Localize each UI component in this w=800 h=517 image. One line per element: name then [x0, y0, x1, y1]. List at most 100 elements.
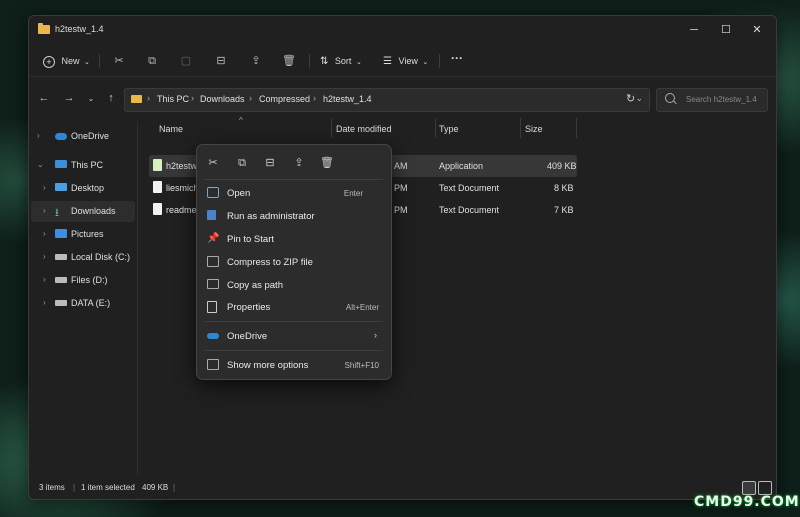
- breadcrumb-downloads[interactable]: Downloads: [200, 94, 245, 104]
- file-type: Text Document: [439, 205, 500, 215]
- file-explorer-window: h2testw_1.4 ─ ☐ ✕ + New ⌄ ✂ ⧉ ▢ ⊟ ⇪ 🗑 ⇅ …: [28, 15, 777, 500]
- shield-icon: [207, 210, 216, 220]
- file-type: Text Document: [439, 183, 500, 193]
- menu-divider: [205, 350, 383, 351]
- sidebar-item-label: OneDrive: [71, 131, 110, 141]
- folder-icon: [131, 95, 142, 103]
- cut-icon[interactable]: ✂: [205, 155, 221, 171]
- sidebar-item-pictures[interactable]: › Pictures: [31, 224, 135, 245]
- view-icon: ☰: [383, 56, 392, 67]
- zip-icon: [207, 256, 219, 267]
- drive-icon: [55, 254, 67, 260]
- status-divider: |: [173, 483, 176, 492]
- column-header-name[interactable]: Name: [159, 124, 183, 134]
- share-icon[interactable]: ⇪: [291, 155, 307, 171]
- rename-icon[interactable]: ⊟: [262, 155, 278, 171]
- menu-item-show-more-options[interactable]: Show more options Shift+F10: [201, 354, 387, 376]
- file-size: 8 KB: [554, 183, 574, 193]
- share-icon[interactable]: ⇪: [247, 52, 265, 70]
- column-header-type[interactable]: Type: [439, 124, 459, 134]
- chevron-right-icon[interactable]: ›: [37, 131, 40, 140]
- column-divider: [331, 118, 332, 138]
- chevron-right-icon: ›: [374, 330, 377, 340]
- breadcrumb-current[interactable]: h2testw_1.4: [323, 94, 372, 104]
- copy-icon[interactable]: ⧉: [234, 155, 250, 171]
- file-date: PM: [394, 205, 408, 215]
- search-placeholder: Search h2testw_1.4: [686, 95, 757, 104]
- sidebar-item-local-disk-c[interactable]: › Local Disk (C:): [31, 247, 135, 268]
- chevron-right-icon[interactable]: ›: [43, 275, 46, 284]
- menu-item-onedrive[interactable]: OneDrive ›: [201, 325, 387, 347]
- cloud-icon: [207, 333, 219, 339]
- search-box[interactable]: Search h2testw_1.4: [656, 88, 768, 112]
- file-name: readme.: [166, 205, 200, 215]
- context-quick-actions: ✂ ⧉ ⊟ ⇪ 🗑: [197, 145, 391, 179]
- text-file-icon: [153, 181, 162, 193]
- menu-item-open[interactable]: Open Enter: [201, 182, 387, 204]
- more-options-button[interactable]: ···: [451, 49, 463, 67]
- sidebar-item-data-e[interactable]: › DATA (E:): [31, 293, 135, 314]
- forward-arrow-icon[interactable]: →: [62, 92, 76, 104]
- status-selected: 1 item selected: [81, 483, 135, 492]
- details-view-icon[interactable]: [742, 481, 756, 495]
- sidebar-item-onedrive[interactable]: › OneDrive: [31, 126, 135, 147]
- status-size: 409 KB: [142, 483, 169, 492]
- menu-item-pin-to-start[interactable]: 📌 Pin to Start: [201, 228, 387, 250]
- maximize-button[interactable]: ☐: [712, 21, 740, 39]
- desktop-icon: [55, 183, 67, 191]
- copy-icon[interactable]: ⧉: [143, 52, 161, 70]
- menu-item-label: Pin to Start: [227, 234, 274, 245]
- window-title: h2testw_1.4: [55, 24, 104, 34]
- sidebar-item-label: Downloads: [71, 206, 116, 216]
- delete-icon[interactable]: 🗑: [280, 52, 298, 70]
- breadcrumb-compressed[interactable]: Compressed: [259, 94, 310, 104]
- back-arrow-icon[interactable]: ←: [37, 92, 51, 104]
- divider: [99, 54, 100, 68]
- sidebar-item-files-d[interactable]: › Files (D:): [31, 270, 135, 291]
- sidebar-item-desktop[interactable]: › Desktop: [31, 178, 135, 199]
- chevron-right-icon[interactable]: ›: [43, 206, 46, 215]
- rename-icon[interactable]: ⊟: [212, 52, 230, 70]
- view-button[interactable]: ☰ View ⌄: [383, 52, 428, 70]
- menu-item-compress-zip[interactable]: Compress to ZIP file: [201, 251, 387, 273]
- menu-item-properties[interactable]: Properties Alt+Enter: [201, 296, 387, 318]
- sidebar-item-label: This PC: [71, 160, 104, 170]
- chevron-right-icon[interactable]: ›: [43, 229, 46, 238]
- folder-icon: [38, 23, 50, 34]
- sort-button[interactable]: ⇅ Sort ⌄: [320, 52, 362, 70]
- chevron-right-icon[interactable]: ›: [43, 298, 46, 307]
- column-header-date[interactable]: Date modified: [336, 124, 392, 134]
- chevron-right-icon[interactable]: ›: [43, 183, 46, 192]
- delete-icon[interactable]: 🗑: [319, 155, 335, 171]
- chevron-right-icon: ›: [147, 93, 150, 103]
- column-header-size[interactable]: Size: [525, 124, 543, 134]
- cloud-icon: [55, 133, 67, 140]
- chevron-right-icon: ›: [249, 93, 252, 103]
- file-name: liesmich: [166, 183, 199, 193]
- chevron-down-icon[interactable]: ⌄: [37, 160, 44, 169]
- close-button[interactable]: ✕: [743, 21, 771, 39]
- search-icon: [665, 93, 675, 103]
- chevron-right-icon[interactable]: ›: [43, 252, 46, 261]
- sidebar-item-label: DATA (E:): [71, 298, 111, 308]
- sort-label: Sort: [334, 56, 352, 66]
- file-type: Application: [439, 161, 484, 171]
- breadcrumb-this-pc[interactable]: This PC: [157, 94, 189, 104]
- status-divider: |: [73, 483, 76, 492]
- minimize-button[interactable]: ─: [680, 21, 708, 39]
- tiles-view-icon[interactable]: [758, 481, 772, 495]
- menu-item-run-as-admin[interactable]: Run as administrator: [201, 205, 387, 227]
- chevron-down-icon[interactable]: ⌄: [635, 93, 643, 104]
- sidebar-item-this-pc[interactable]: ⌄ This PC: [31, 155, 135, 176]
- column-divider: [576, 118, 577, 138]
- sidebar-item-downloads[interactable]: › ⭳ Downloads: [31, 201, 135, 222]
- up-arrow-icon[interactable]: ↑: [104, 92, 118, 104]
- address-bar[interactable]: › This PC › Downloads › Compressed › h2t…: [124, 88, 650, 112]
- new-button[interactable]: + New ⌄: [43, 52, 90, 70]
- recent-chevron-icon[interactable]: ⌄: [84, 94, 98, 103]
- cut-icon[interactable]: ✂: [110, 52, 128, 70]
- download-icon: ⭳: [55, 207, 59, 219]
- paste-icon[interactable]: ▢: [177, 52, 195, 70]
- refresh-icon[interactable]: ↻: [626, 92, 635, 105]
- menu-item-copy-as-path[interactable]: Copy as path: [201, 274, 387, 296]
